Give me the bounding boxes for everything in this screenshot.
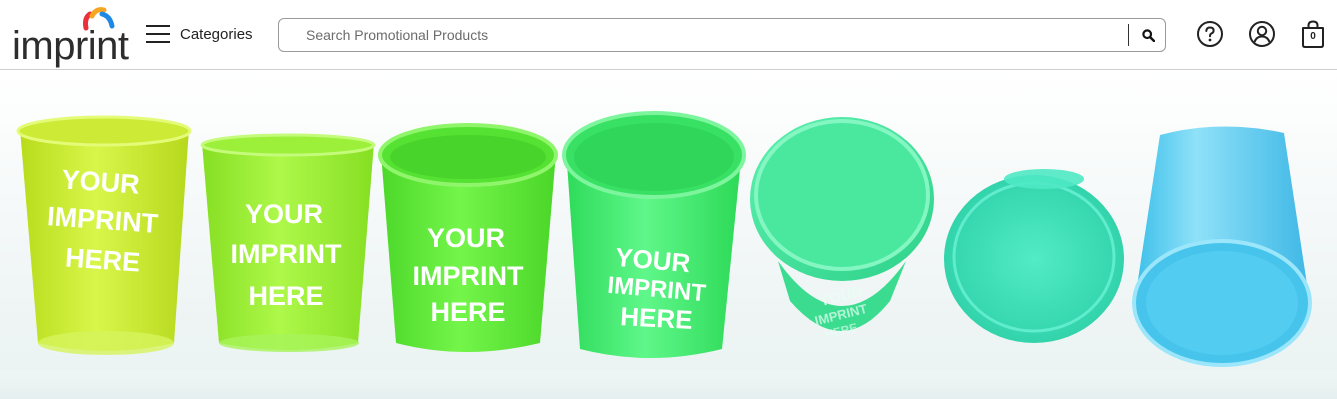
cup-2-imprint-line-1: YOUR: [245, 199, 323, 229]
svg-text:HERE: HERE: [620, 301, 694, 335]
help-icon: [1197, 21, 1223, 47]
account-button[interactable]: [1248, 20, 1276, 48]
cup-3-imprint-line-3: HERE: [430, 297, 505, 327]
hero-cups-image: YOUR IMPRINT HERE YOUR IMPRINT HERE YOUR…: [16, 111, 1312, 367]
cup-6: [944, 169, 1124, 343]
cup-4: YOUR IMPRINT HERE: [562, 111, 746, 358]
cup-1-imprint-line-1: YOUR: [61, 164, 141, 199]
svg-text:YOUR: YOUR: [61, 164, 141, 199]
hero-banner: YOUR IMPRINT HERE YOUR IMPRINT HERE YOUR…: [0, 71, 1337, 399]
cup-2-imprint-line-2: IMPRINT: [231, 239, 343, 269]
categories-menu-button[interactable]: Categories: [146, 20, 253, 48]
cup-4-imprint-line-3: HERE: [620, 301, 694, 335]
cup-1: YOUR IMPRINT HERE: [16, 115, 192, 355]
cart-button[interactable]: 0: [1299, 19, 1327, 49]
svg-text:YOUR: YOUR: [427, 223, 505, 253]
cup-1-imprint-line-3: HERE: [64, 242, 141, 277]
cup-3-imprint-line-1: YOUR: [427, 223, 505, 253]
cup-3-imprint-line-2: IMPRINT: [413, 261, 525, 291]
search-input[interactable]: [279, 19, 1127, 51]
search-divider: [1128, 24, 1129, 46]
search-icon: [1141, 28, 1155, 42]
search-button[interactable]: [1131, 20, 1165, 50]
cup-2: YOUR IMPRINT HERE: [200, 133, 376, 352]
account-icon: [1249, 21, 1275, 47]
svg-text:IMPRINT: IMPRINT: [413, 261, 525, 291]
cup-7: [1132, 126, 1312, 367]
logo-text: imprint: [12, 24, 129, 68]
cart-count: 0: [1310, 31, 1316, 42]
svg-text:HERE: HERE: [64, 242, 141, 277]
svg-text:YOUR: YOUR: [245, 199, 323, 229]
svg-text:IMPRINT: IMPRINT: [231, 239, 343, 269]
site-header: imprint Categories Search Promotional Pr…: [0, 0, 1337, 70]
cup-3: YOUR IMPRINT HERE: [378, 123, 558, 352]
categories-label: Categories: [180, 25, 253, 43]
svg-text:HERE: HERE: [248, 281, 323, 311]
svg-text:HERE: HERE: [430, 297, 505, 327]
cup-5: YOUR IMPRINT HERE: [750, 117, 934, 342]
cup-2-imprint-line-3: HERE: [248, 281, 323, 311]
help-button[interactable]: [1196, 20, 1224, 48]
search-bar: [278, 18, 1166, 52]
hamburger-icon: [146, 25, 170, 43]
imprint-logo[interactable]: imprint: [10, 6, 130, 68]
